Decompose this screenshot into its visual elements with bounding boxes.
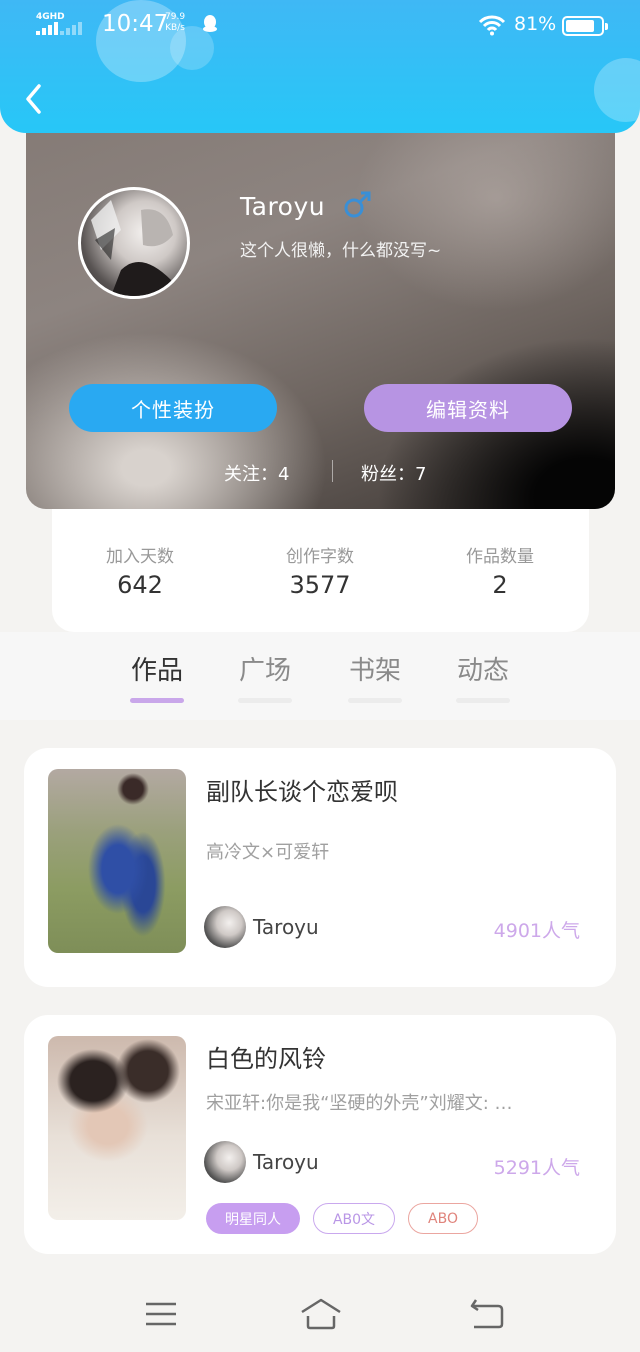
system-back-icon[interactable] [468,1296,508,1332]
author-name: Taroyu [253,1150,319,1174]
work-cover-image[interactable] [48,1036,186,1220]
menu-icon[interactable] [142,1296,182,1332]
stat-value: 642 [117,571,163,599]
stat-label: 作品数量 [466,547,534,567]
tab-activity[interactable]: 动态 [438,650,528,703]
battery-icon [562,16,608,36]
fans-count[interactable]: 粉丝：7 [361,460,426,486]
decor-bubble [594,58,640,122]
battery-percent: 81% [514,13,557,35]
tab-underline [348,698,402,703]
work-title[interactable]: 副队长谈个恋爱呗 [206,772,398,807]
stat-word-count: 创作字数 3577 [240,542,400,599]
header-bar: 4GHD 10:47 79.9 KB/s 81% [0,0,640,133]
work-card[interactable]: 白色的风铃 宋亚轩:你是我“坚硬的外壳”刘耀文: … Taroyu 5291人气… [24,1015,616,1254]
system-nav-bar [0,1276,640,1352]
tab-works[interactable]: 作品 [112,650,202,703]
edit-profile-button[interactable]: 编辑资料 [364,384,572,432]
avatar [204,1141,246,1183]
tab-label: 作品 [130,656,183,686]
status-bar: 4GHD 10:47 79.9 KB/s 81% [0,0,640,52]
tab-bookshelf[interactable]: 书架 [330,650,420,703]
stats-panel: 加入天数 642 创作字数 3577 作品数量 2 [52,490,589,632]
avatar-image [91,200,173,296]
work-card[interactable]: 副队长谈个恋爱呗 高冷文×可爱轩 Taroyu 4901人气 [24,748,616,987]
work-title[interactable]: 白色的风铃 [206,1039,326,1074]
profile-card: Taroyu 这个人很懒，什么都没写~ 个性装扮 编辑资料 关注：4 粉丝：7 [26,108,615,509]
popularity-count: 4901人气 [493,920,580,942]
tag-celebrity-fanfic[interactable]: 明星同人 [206,1203,300,1234]
qq-icon [203,15,217,32]
stat-value: 2 [492,571,508,599]
network-speed: 79.9 KB/s [165,12,186,33]
tag-list: 明星同人 AB0文 ABO [206,1203,478,1234]
stat-value: 3577 [289,571,351,599]
tab-label: 广场 [238,656,291,686]
stat-label: 加入天数 [106,547,174,567]
stat-join-days: 加入天数 642 [60,542,220,599]
signal-icon: 4GHD [36,12,96,36]
battery-fill [566,20,594,32]
tab-underline [456,698,510,703]
tab-bar: 作品 广场 书架 动态 [0,632,640,720]
work-author[interactable]: Taroyu [204,906,319,948]
male-icon [344,191,371,218]
tab-underline [130,698,184,703]
tag-abo[interactable]: ABO [408,1203,478,1234]
work-description: 高冷文×可爱轩 [206,842,330,863]
following-count[interactable]: 关注：4 [224,460,289,486]
avatar[interactable] [78,187,190,299]
bio-text: 这个人很懒，什么都没写~ [240,241,442,261]
stat-works-count: 作品数量 2 [420,542,580,599]
network-type: 4GHD [36,12,65,22]
divider [332,460,333,482]
username: Taroyu [240,192,326,221]
back-arrow-icon[interactable] [22,82,48,116]
author-name: Taroyu [253,915,319,939]
tab-underline [238,698,292,703]
status-time: 10:47 [102,11,169,37]
stat-label: 创作字数 [286,547,354,567]
home-icon[interactable] [298,1296,344,1332]
popularity-count: 5291人气 [493,1157,580,1179]
tab-label: 书架 [348,656,401,686]
dress-up-button[interactable]: 个性装扮 [69,384,277,432]
tab-square[interactable]: 广场 [220,650,310,703]
tab-label: 动态 [456,656,509,686]
work-cover-image[interactable] [48,769,186,953]
work-author[interactable]: Taroyu [204,1141,319,1183]
tag-ab0[interactable]: AB0文 [313,1203,395,1234]
avatar [204,906,246,948]
follow-stats: 关注：4 粉丝：7 [26,458,615,488]
work-description: 宋亚轩:你是我“坚硬的外壳”刘耀文: … [206,1093,513,1114]
wifi-icon [478,15,506,36]
